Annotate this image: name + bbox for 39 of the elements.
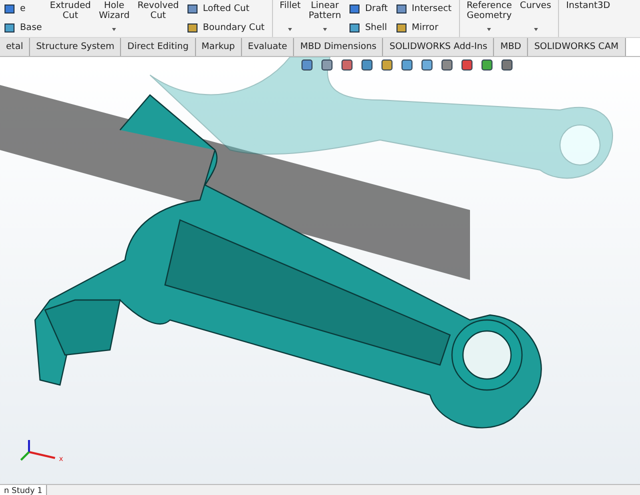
ribbon-command[interactable]: Revolved Cut [138, 1, 179, 21]
feature-icon [4, 22, 16, 34]
ribbon-tab[interactable]: etal [0, 38, 30, 56]
ribbon-command[interactable]: Linear Pattern [308, 1, 342, 21]
ribbon-tab[interactable]: MBD [494, 38, 528, 56]
ribbon-command[interactable]: Shell [365, 22, 388, 33]
caret-icon[interactable] [322, 28, 327, 31]
ribbon-command[interactable]: Boundary Cut [202, 22, 265, 33]
caret-icon[interactable] [534, 28, 538, 31]
ribbon-tab[interactable]: SOLIDWORKS Add-Ins [383, 38, 494, 56]
ribbon-command[interactable]: Instant3D [566, 1, 610, 11]
ribbon-tab[interactable]: MBD Dimensions [294, 38, 384, 56]
ribbon-command[interactable]: Draft [365, 4, 388, 14]
ribbon-tab[interactable]: SOLIDWORKS CAM [528, 38, 626, 56]
ribbon-command[interactable]: Hole Wizard [98, 1, 130, 21]
ribbon-command[interactable]: Intersect [412, 4, 452, 14]
ribbon-command[interactable]: Fillet [280, 1, 301, 11]
feature-icon [4, 3, 16, 16]
feature-icon [349, 3, 362, 16]
caret-icon[interactable] [288, 28, 292, 31]
ribbon-tab[interactable]: Markup [196, 38, 242, 56]
ribbon-command[interactable]: Mirror [412, 22, 438, 33]
feature-icon [349, 22, 362, 34]
feature-icon [186, 3, 199, 16]
ribbon-tab[interactable]: Evaluate [242, 38, 294, 56]
caret-icon[interactable] [487, 28, 492, 31]
ribbon-command[interactable]: Reference Geometry [466, 1, 512, 21]
feature-icon [186, 22, 199, 34]
feature-icon [396, 22, 408, 34]
ribbon-command[interactable]: Base [20, 22, 42, 33]
ribbon-tab[interactable]: Structure System [30, 38, 122, 56]
study-tab[interactable]: n Study 1 [0, 485, 48, 495]
ribbon-tab[interactable]: Direct Editing [121, 38, 196, 56]
ribbon-command[interactable]: Curves [520, 1, 552, 11]
feature-icon [396, 3, 408, 16]
caret-icon[interactable] [112, 28, 116, 31]
ribbon-command[interactable]: Extruded Cut [50, 1, 91, 21]
ribbon-command[interactable]: e [20, 4, 26, 14]
ribbon-command[interactable]: Lofted Cut [202, 4, 250, 14]
